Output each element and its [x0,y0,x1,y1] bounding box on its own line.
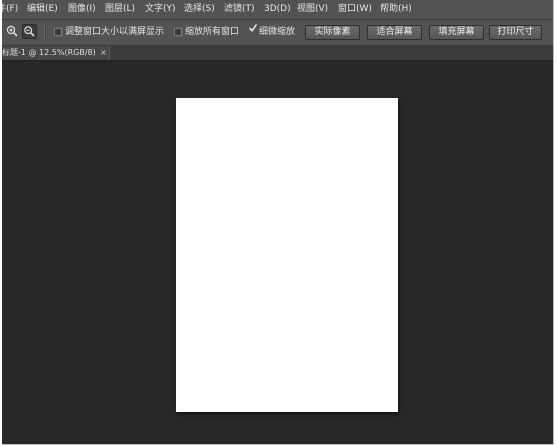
print-size-button[interactable]: 打印尺寸 [489,25,542,40]
fit-screen-button[interactable]: 适合屏幕 [367,25,422,40]
menu-filter[interactable]: 滤镜(T) [224,3,255,16]
zoom-out-button[interactable] [22,24,37,39]
resize-windows-label: 调整窗口大小以满屏显示 [65,27,165,37]
resize-windows-checkbox[interactable] [54,28,62,36]
zoom-all-windows-checkbox[interactable] [174,28,182,36]
menu-edit[interactable]: 编辑(E) [27,3,58,16]
zoom-options-bar: 调整窗口大小以满屏显示 缩放所有窗口 细微缩放 实际像素 适合屏幕 填充屏幕 打… [2,20,553,46]
toolbar-separator [44,25,46,39]
document-tab-strip: 标题-1 @ 12.5%(RGB/8) × [2,46,553,61]
document-tab-title: 标题-1 @ 12.5%(RGB/8) [2,48,96,57]
close-icon[interactable]: × [100,47,107,59]
menu-select[interactable]: 选择(S) [184,3,215,16]
document-tab[interactable]: 标题-1 @ 12.5%(RGB/8) × [2,46,110,60]
fill-screen-button[interactable]: 填充屏幕 [429,25,484,40]
menu-image[interactable]: 图像(I) [68,3,96,16]
menu-file[interactable]: 件(F) [2,3,18,16]
actual-pixels-button[interactable]: 实际像素 [305,25,360,40]
zoom-in-button[interactable] [5,24,20,39]
menu-3d[interactable]: 3D(D) [264,3,291,16]
scrubby-zoom-label: 细微缩放 [259,27,296,37]
canvas-workspace[interactable] [2,61,553,444]
checkmark-icon [248,24,258,32]
zoom-all-windows-label: 缩放所有窗口 [185,27,240,37]
menu-layer[interactable]: 图层(L) [105,3,135,16]
menu-view[interactable]: 视图(V) [297,3,328,16]
menu-help[interactable]: 帮助(H) [380,3,412,16]
menu-type[interactable]: 文字(Y) [145,3,176,16]
zoom-in-icon [6,25,18,37]
document-canvas[interactable] [176,98,398,412]
zoom-out-icon [24,26,35,37]
photoshop-window: 件(F) 编辑(E) 图像(I) 图层(L) 文字(Y) 选择(S) 滤镜(T)… [2,0,554,445]
menu-window[interactable]: 窗口(W) [338,3,372,16]
scrubby-zoom-checkbox[interactable] [248,23,258,36]
menu-bar: 件(F) 编辑(E) 图像(I) 图层(L) 文字(Y) 选择(S) 滤镜(T)… [2,0,553,20]
